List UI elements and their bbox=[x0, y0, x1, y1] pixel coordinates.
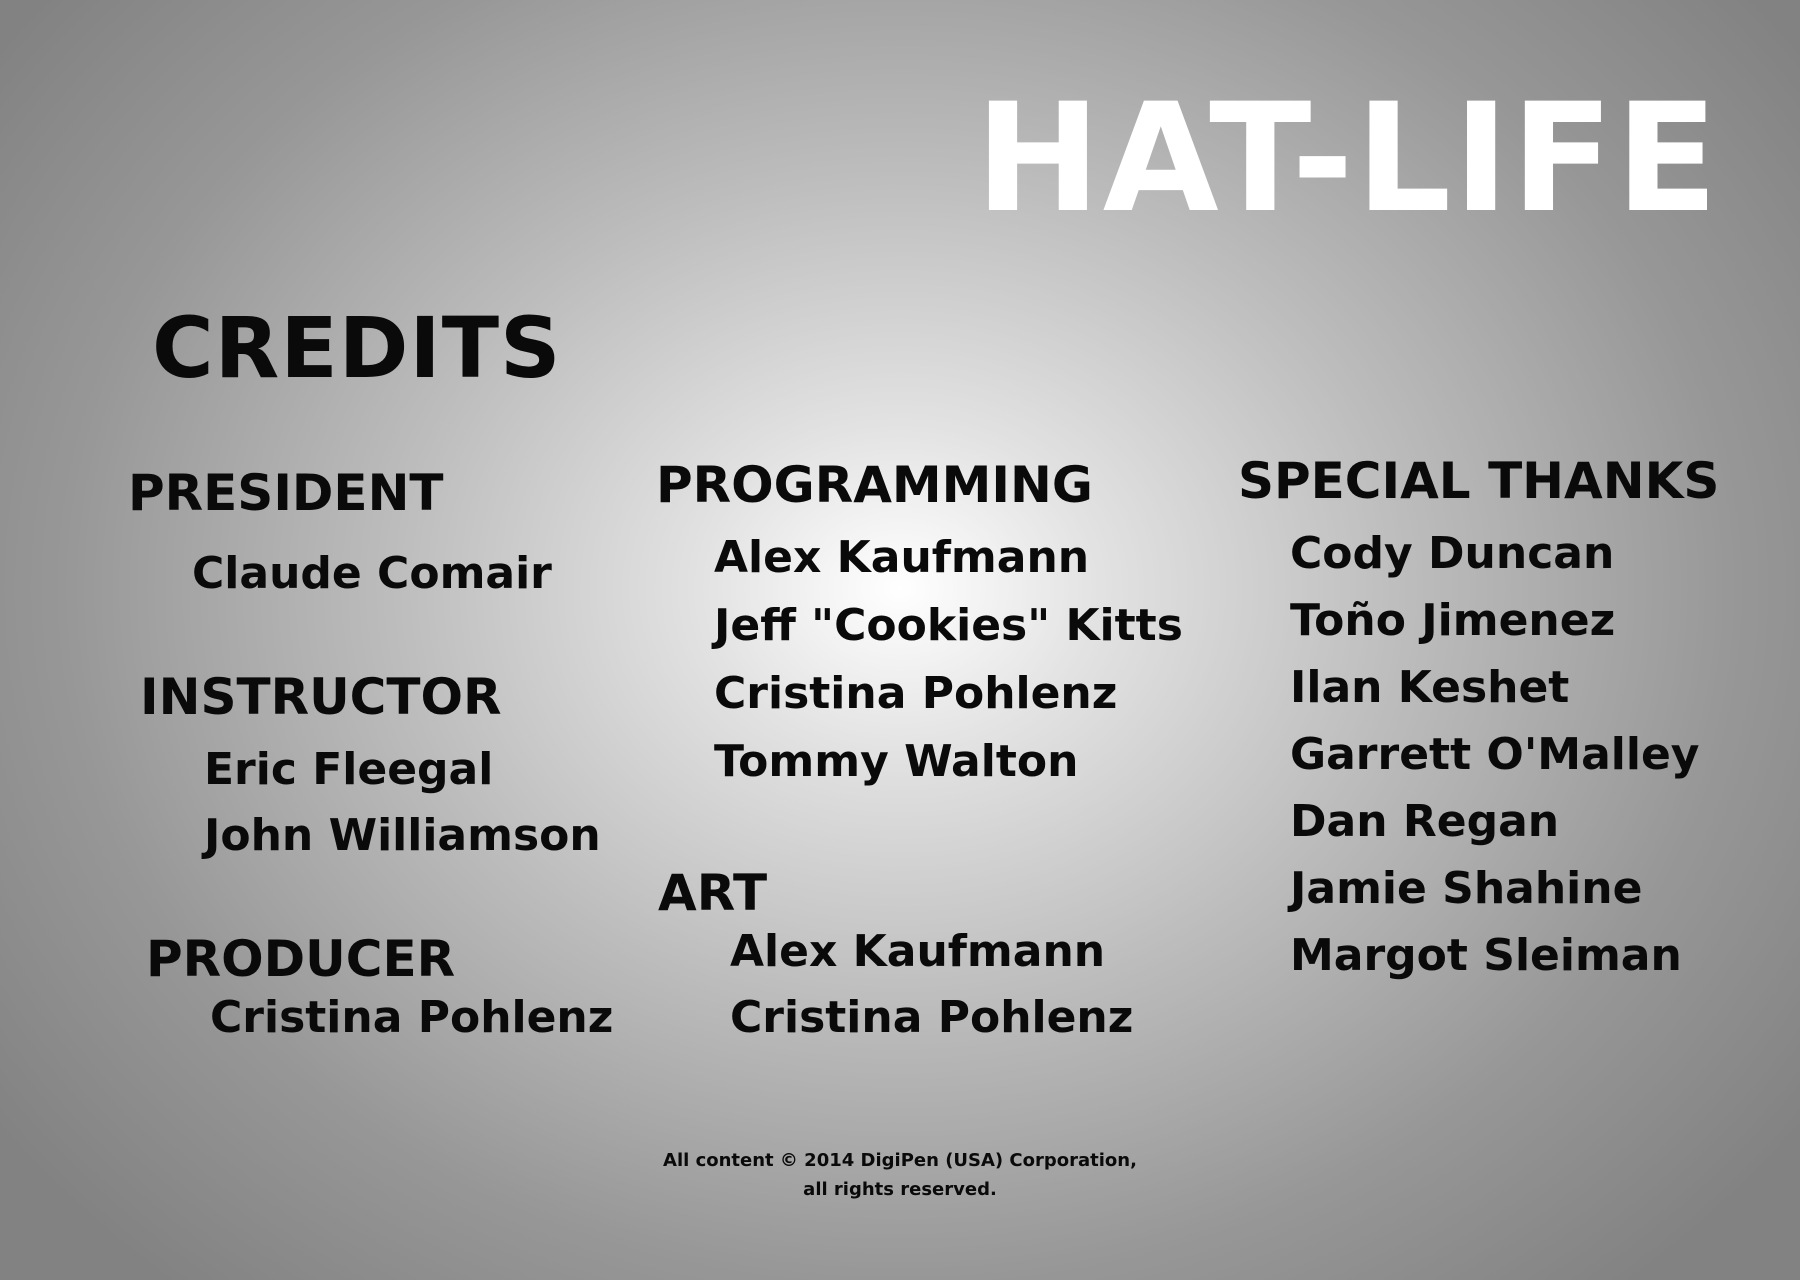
section-heading-art: ART bbox=[658, 864, 768, 922]
instructor-section: INSTRUCTOR Eric Fleegal John Williamson bbox=[140, 672, 601, 858]
section-heading-producer: PRODUCER bbox=[146, 930, 456, 988]
instructor-names: Eric Fleegal John Williamson bbox=[204, 748, 601, 858]
section-heading-special-thanks: SPECIAL THANKS bbox=[1238, 452, 1720, 510]
section-heading-programming: PROGRAMMING bbox=[656, 456, 1093, 514]
credit-name: Cristina Pohlenz bbox=[210, 992, 614, 1043]
credit-name: Jeff "Cookies" Kitts bbox=[714, 600, 1183, 651]
art-section: ART Alex Kaufmann Cristina Pohlenz bbox=[658, 868, 1133, 1040]
credit-name: Cristina Pohlenz bbox=[714, 668, 1118, 719]
credit-name: Ilan Keshet bbox=[1290, 662, 1570, 713]
copyright-line: all rights reserved. bbox=[803, 1179, 997, 1200]
section-heading-instructor: INSTRUCTOR bbox=[140, 668, 502, 726]
credit-name: Cody Duncan bbox=[1290, 528, 1615, 579]
credit-name: Alex Kaufmann bbox=[730, 926, 1106, 977]
president-names: Claude Comair bbox=[192, 552, 552, 596]
credit-name: John Williamson bbox=[204, 810, 601, 861]
section-heading-president: PRESIDENT bbox=[128, 464, 444, 522]
producer-names: Cristina Pohlenz bbox=[210, 996, 613, 1040]
special-thanks-names: Cody Duncan Toño Jimenez Ilan Keshet Gar… bbox=[1290, 532, 1719, 978]
credit-name: Eric Fleegal bbox=[204, 744, 494, 795]
credits-title: CREDITS bbox=[152, 299, 562, 397]
credit-name: Toño Jimenez bbox=[1290, 595, 1616, 646]
credit-name: Jamie Shahine bbox=[1290, 863, 1643, 914]
copyright-line: All content © 2014 DigiPen (USA) Corpora… bbox=[663, 1150, 1137, 1171]
special-thanks-section: SPECIAL THANKS Cody Duncan Toño Jimenez … bbox=[1238, 456, 1719, 978]
art-names: Alex Kaufmann Cristina Pohlenz bbox=[730, 930, 1133, 1040]
credit-name: Dan Regan bbox=[1290, 796, 1560, 847]
credit-name: Claude Comair bbox=[192, 548, 552, 599]
game-title: HAT-LIFE bbox=[975, 72, 1720, 246]
credit-name: Tommy Walton bbox=[714, 736, 1079, 787]
programming-names: Alex Kaufmann Jeff "Cookies" Kitts Crist… bbox=[714, 536, 1183, 784]
credit-name: Cristina Pohlenz bbox=[730, 992, 1134, 1043]
president-section: PRESIDENT Claude Comair bbox=[128, 468, 552, 596]
credit-name: Alex Kaufmann bbox=[714, 532, 1090, 583]
credit-name: Margot Sleiman bbox=[1290, 930, 1682, 981]
programming-section: PROGRAMMING Alex Kaufmann Jeff "Cookies"… bbox=[656, 460, 1183, 784]
copyright-notice: All content © 2014 DigiPen (USA) Corpora… bbox=[0, 1146, 1800, 1204]
producer-section: PRODUCER Cristina Pohlenz bbox=[146, 934, 613, 1040]
credit-name: Garrett O'Malley bbox=[1290, 729, 1700, 780]
